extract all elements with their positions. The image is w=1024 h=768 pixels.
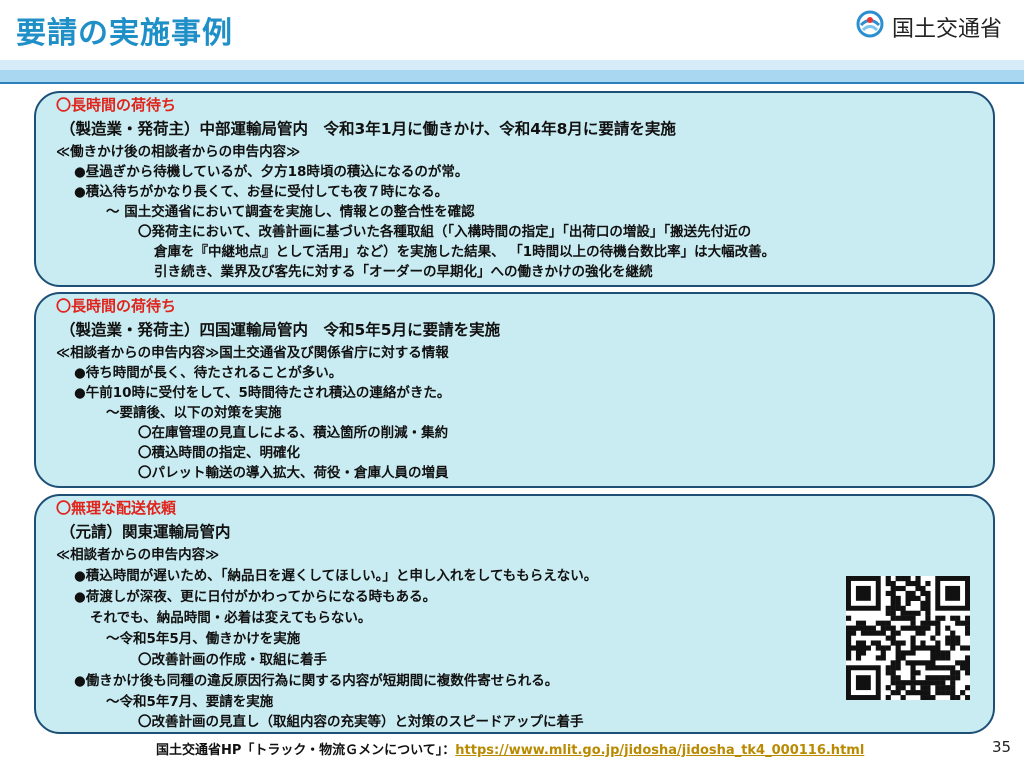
source-label: 国土交通省HP「トラック・物流Ｇメンについて」： [156, 743, 456, 758]
page-title: 要請の実施事例 [16, 16, 233, 51]
case-line: ≪相談者からの申告内容≫ [56, 547, 220, 563]
case-heading: 〇長時間の荷待ち [56, 96, 177, 114]
case-line: ●午前10時に受付をして、5時間待たされ積込の連絡がきた。 [74, 385, 451, 401]
case-line: 引き続き、業界及び客先に対する「オーダーの早期化」への働きかけの強化を継続 [154, 264, 653, 280]
mlit-logo: 国土交通省 [856, 10, 1016, 42]
case-line: ≪働きかけ後の相談者からの申告内容≫ [56, 144, 301, 160]
case-subheading: （元請）関東運輸局管内 [60, 523, 231, 541]
case-line: 〇積込時間の指定、明確化 [138, 445, 300, 461]
logo-text: 国土交通省 [892, 17, 1003, 42]
case-line: 〇改善計画の作成・取組に着手 [138, 652, 327, 668]
case-line: 〇在庫管理の見直しによる、積込箇所の削減・集約 [138, 425, 449, 441]
case-line: ●積込時間が遅いため、「納品日を遅くしてほしい。」と申し入れをしてももらえない。 [74, 568, 598, 584]
case-line: ●積込待ちがかなり長くて、お昼に受付しても夜７時になる。 [74, 184, 449, 200]
slide-header: 要請の実施事例 国土交通省 [0, 0, 1024, 64]
case-line: ●待ち時間が長く、待たされることが多い。 [74, 365, 343, 381]
case-line: ～令和5年5月、働きかけを実施 [106, 631, 301, 647]
case-card-2: 〇長時間の荷待ち （製造業・発荷主）四国運輸局管内 令和5年5月に要請を実施 ≪… [34, 292, 995, 488]
case-card-1: 〇長時間の荷待ち （製造業・発荷主）中部運輸局管内 令和3年1月に働きかけ、令和… [34, 91, 995, 287]
case-heading: 〇無理な配送依頼 [56, 499, 177, 517]
case-line: それでも、納品時間・必着は変えてもらない。 [90, 610, 372, 626]
case-line: ～令和5年7月、要請を実施 [106, 694, 274, 710]
case-line: 倉庫を『中継地点』として活用」など）を実施した結果、 「1時間以上の待機台数比率… [154, 244, 776, 260]
case-line: ●働きかけ後も同種の違反原因行為に関する内容が短期間に複数件寄せられる。 [74, 673, 559, 689]
case-line: 〇改善計画の見直し（取組内容の充実等）と対策のスピードアップに着手 [138, 714, 584, 730]
source-footer: 国土交通省HP「トラック・物流Ｇメンについて」：https://www.mlit… [156, 739, 864, 758]
header-band [0, 70, 1024, 82]
header-band-light [0, 60, 1024, 70]
case-line: ●昼過ぎから待機しているが、夕方18時頃の積込になるのが常。 [74, 164, 469, 180]
case-subheading: （製造業・発荷主）四国運輸局管内 令和5年5月に要請を実施 [60, 321, 501, 339]
page-number: 35 [992, 738, 1012, 756]
qr-code-icon [846, 576, 970, 700]
case-heading: 〇長時間の荷待ち [56, 297, 177, 315]
source-link[interactable]: https://www.mlit.go.jp/jidosha/jidosha_t… [455, 743, 864, 758]
mlit-logo-icon [856, 10, 884, 38]
case-line: ～ 国土交通省において調査を実施し、情報との整合性を確認 [106, 204, 475, 220]
case-line: ～要請後、以下の対策を実施 [106, 405, 282, 421]
case-subheading: （製造業・発荷主）中部運輸局管内 令和3年1月に働きかけ、令和4年8月に要請を実… [60, 120, 676, 138]
header-divider [0, 82, 1024, 84]
case-line: ●荷渡しが深夜、更に日付がかわってからになる時もある。 [74, 589, 437, 605]
case-line: 〇発荷主において、改善計画に基づいた各種取組（「入構時間の指定」「出荷口の増設」… [138, 224, 752, 240]
case-line: ≪相談者からの申告内容≫国土交通省及び関係省庁に対する情報 [56, 345, 449, 361]
case-line: 〇パレット輸送の導入拡大、荷役・倉庫人員の増員 [138, 465, 449, 481]
